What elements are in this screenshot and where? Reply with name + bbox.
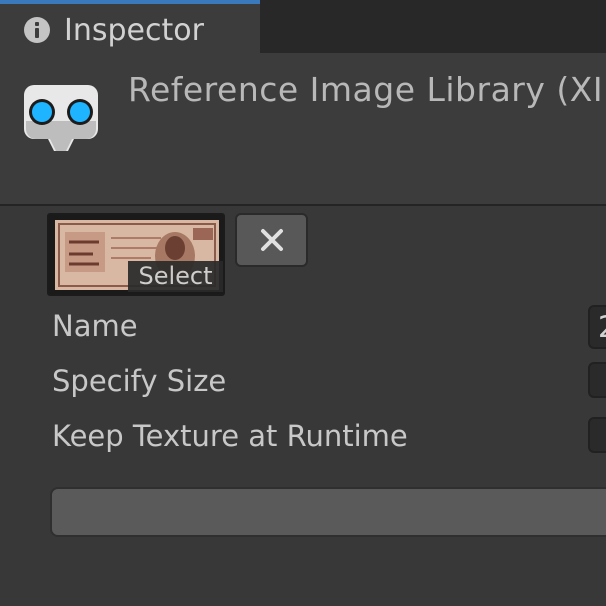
close-icon bbox=[261, 229, 283, 251]
specify-size-checkbox[interactable] bbox=[588, 362, 606, 398]
header-divider bbox=[0, 204, 606, 206]
name-value: 2 bbox=[598, 310, 606, 344]
specify-size-label: Specify Size bbox=[52, 364, 227, 398]
asset-title: Reference Image Library (XI bbox=[128, 70, 604, 109]
texture-thumbnail-field[interactable]: Select bbox=[47, 213, 225, 296]
tab-title: Inspector bbox=[64, 13, 204, 48]
keep-texture-checkbox[interactable] bbox=[588, 417, 606, 453]
info-icon bbox=[24, 17, 50, 43]
inspector-header: Reference Image Library (XI bbox=[0, 53, 606, 204]
keep-texture-label: Keep Texture at Runtime bbox=[52, 419, 408, 453]
remove-image-button[interactable] bbox=[235, 213, 308, 267]
inspector-window: Inspector Reference Image Library (XI Se… bbox=[0, 0, 606, 606]
tab-bar: Inspector bbox=[0, 0, 606, 53]
xr-goggles-icon bbox=[20, 75, 102, 157]
name-label: Name bbox=[52, 309, 138, 343]
add-image-button[interactable] bbox=[50, 487, 606, 537]
name-input[interactable]: 2 bbox=[588, 305, 606, 349]
tab-inspector[interactable]: Inspector bbox=[0, 0, 260, 53]
select-label[interactable]: Select bbox=[128, 261, 223, 292]
